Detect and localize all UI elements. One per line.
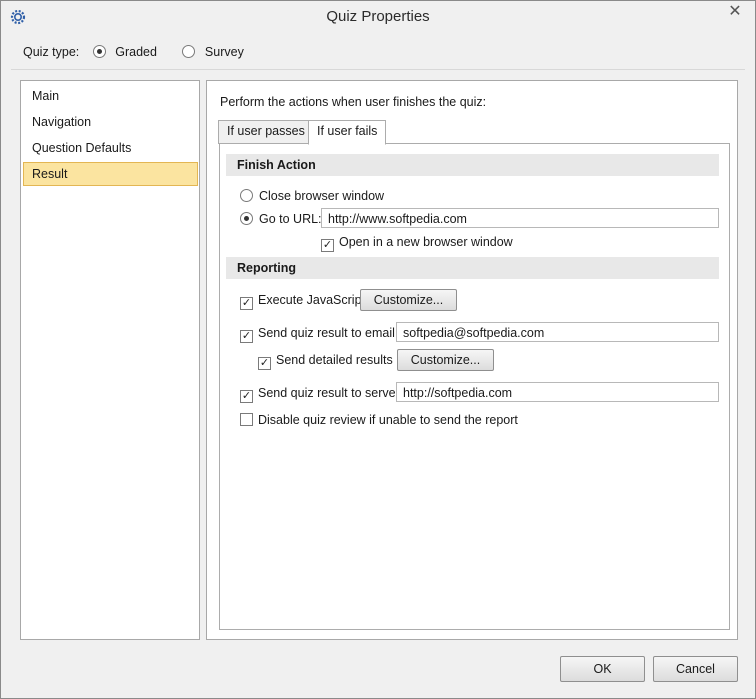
email-input[interactable]: softpedia@softpedia.com [396, 322, 719, 342]
quiz-type-label: Quiz type: [23, 45, 80, 59]
tab-if-user-passes[interactable]: If user passes [218, 120, 314, 144]
window-title: Quiz Properties [326, 8, 430, 25]
disable-review-checkbox-icon[interactable] [240, 413, 253, 426]
quiz-properties-window: Quiz Properties ✕ Quiz type: Graded Surv… [0, 0, 756, 699]
send-detailed-option[interactable]: ✓ Send detailed results [258, 351, 393, 370]
tab-panel: Finish Action Close browser window Go to… [219, 143, 730, 630]
quiz-type-survey[interactable]: Survey [182, 45, 244, 59]
open-new-window-option[interactable]: ✓ Open in a new browser window [321, 233, 513, 252]
title-bar: Quiz Properties ✕ [1, 1, 755, 33]
tab-if-user-fails[interactable]: If user fails [308, 120, 387, 145]
nav-item-navigation[interactable]: Navigation [24, 111, 198, 133]
finish-action-header: Finish Action [226, 154, 719, 176]
open-new-window-label: Open in a new browser window [339, 235, 513, 249]
goto-url-radio-icon[interactable] [240, 212, 253, 225]
goto-url-option[interactable]: Go to URL: [240, 210, 322, 228]
exec-js-option[interactable]: ✓ Execute JavaScript [240, 291, 365, 310]
url-input[interactable]: http://www.softpedia.com [321, 208, 719, 228]
survey-label: Survey [204, 45, 244, 59]
nav-list: Main Navigation Question Defaults Result [20, 80, 200, 640]
graded-radio-icon[interactable] [92, 45, 106, 58]
server-input[interactable]: http://softpedia.com [396, 382, 719, 402]
close-browser-radio-icon[interactable] [240, 189, 253, 202]
cancel-button[interactable]: Cancel [653, 656, 738, 682]
reporting-header: Reporting [226, 257, 719, 279]
send-email-label: Send quiz result to email [258, 326, 395, 340]
intro-text: Perform the actions when user finishes t… [220, 95, 487, 109]
close-icon[interactable]: ✕ [721, 1, 749, 23]
nav-item-result[interactable]: Result [23, 162, 198, 186]
survey-radio-icon[interactable] [182, 45, 196, 58]
ok-button[interactable]: OK [560, 656, 645, 682]
close-browser-option[interactable]: Close browser window [240, 187, 384, 205]
nav-item-main[interactable]: Main [24, 85, 198, 107]
disable-review-option[interactable]: Disable quiz review if unable to send th… [240, 411, 518, 429]
graded-label: Graded [115, 45, 157, 59]
separator [11, 69, 745, 70]
goto-url-label: Go to URL: [259, 212, 322, 226]
customize-detailed-button[interactable]: Customize... [397, 349, 494, 371]
quiz-type-graded[interactable]: Graded [92, 45, 161, 59]
nav-item-question-defaults[interactable]: Question Defaults [24, 137, 198, 159]
send-detailed-checkbox-icon[interactable]: ✓ [258, 357, 271, 370]
exec-js-checkbox-icon[interactable]: ✓ [240, 297, 253, 310]
send-server-checkbox-icon[interactable]: ✓ [240, 390, 253, 403]
disable-review-label: Disable quiz review if unable to send th… [258, 413, 518, 427]
customize-js-button[interactable]: Customize... [360, 289, 457, 311]
send-email-checkbox-icon[interactable]: ✓ [240, 330, 253, 343]
close-browser-label: Close browser window [259, 189, 385, 203]
send-server-label: Send quiz result to server [258, 386, 400, 400]
send-email-option[interactable]: ✓ Send quiz result to email [240, 324, 395, 343]
send-detailed-label: Send detailed results [276, 353, 393, 367]
content-panel: Perform the actions when user finishes t… [206, 80, 738, 640]
open-new-window-checkbox-icon[interactable]: ✓ [321, 239, 334, 252]
exec-js-label: Execute JavaScript [258, 293, 365, 307]
quiz-type-group: Quiz type: Graded Survey [23, 44, 244, 60]
send-server-option[interactable]: ✓ Send quiz result to server [240, 384, 400, 403]
